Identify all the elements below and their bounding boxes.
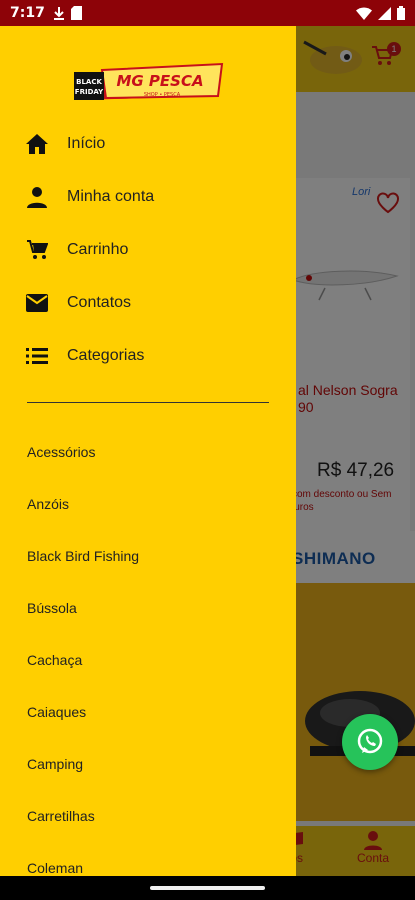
store-logo: BLACK FRIDAY MG PESCA SHOP • PESCA	[74, 62, 224, 100]
menu-item-contatos[interactable]: Contatos	[0, 281, 296, 325]
logo-black-text: BLACK	[76, 78, 102, 86]
list-icon	[24, 343, 50, 369]
status-bar: 7:17	[0, 0, 415, 26]
logo-tagline-text: SHOP • PESCA	[144, 92, 181, 98]
home-icon	[24, 131, 50, 157]
menu-item-label: Carrinho	[67, 241, 129, 258]
system-nav-bar	[0, 876, 415, 900]
category-item[interactable]: Coleman	[27, 860, 83, 876]
menu-item-inicio[interactable]: Início	[0, 122, 296, 166]
category-item[interactable]: Black Bird Fishing	[27, 548, 139, 564]
drawer-divider	[27, 402, 269, 403]
menu-item-label: Contatos	[67, 294, 132, 311]
logo-friday-text: FRIDAY	[75, 88, 104, 96]
home-gesture-handle[interactable]	[150, 886, 265, 890]
category-item[interactable]: Carretilhas	[27, 808, 95, 824]
mail-icon	[24, 290, 50, 316]
signal-icon	[378, 6, 391, 20]
category-item[interactable]: Acessórios	[27, 444, 95, 460]
cart-icon	[24, 237, 50, 263]
category-item[interactable]: Cachaça	[27, 652, 82, 668]
menu-item-carrinho[interactable]: Carrinho	[0, 228, 296, 272]
menu-item-categorias[interactable]: Categorias	[0, 334, 296, 378]
navigation-drawer: BLACK FRIDAY MG PESCA SHOP • PESCA Iníci…	[0, 26, 296, 876]
download-icon	[53, 7, 64, 20]
sd-card-icon	[70, 6, 82, 20]
whatsapp-button[interactable]	[342, 714, 398, 770]
menu-item-label: Categorias	[67, 347, 145, 364]
person-icon	[24, 184, 50, 210]
status-time: 7:17	[10, 5, 45, 21]
category-item[interactable]: Anzóis	[27, 496, 69, 512]
category-item[interactable]: Caiaques	[27, 704, 86, 720]
category-item[interactable]: Camping	[27, 756, 83, 772]
category-item[interactable]: Bússola	[27, 600, 77, 616]
menu-item-label: Início	[67, 135, 106, 152]
logo-brand-text: MG PESCA	[116, 72, 203, 90]
wifi-icon	[356, 7, 372, 20]
whatsapp-icon	[357, 728, 383, 754]
battery-icon	[397, 6, 405, 20]
menu-item-label: Minha conta	[67, 188, 155, 205]
menu-item-minha-conta[interactable]: Minha conta	[0, 175, 296, 219]
